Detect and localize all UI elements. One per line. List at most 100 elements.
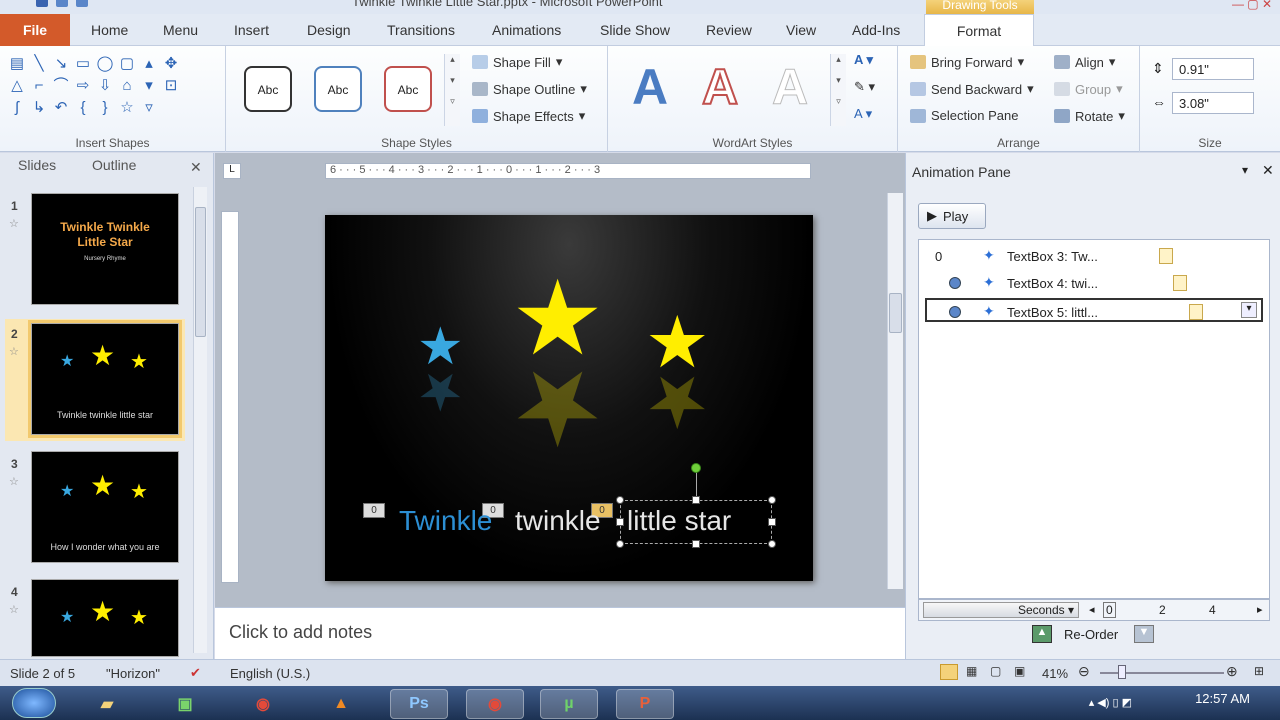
window-controls[interactable]: — ▢ ✕	[1232, 0, 1272, 11]
move-down-icon[interactable]: ▼	[1134, 625, 1154, 643]
line-icon[interactable]: ╲	[30, 54, 48, 72]
reading-view-icon[interactable]: ▢	[990, 664, 1001, 678]
tab-view[interactable]: View	[786, 22, 816, 38]
slide-thumbnail-3[interactable]: ★ ★ ★ How I wonder what you are	[31, 451, 179, 563]
oval-icon[interactable]: ◯	[96, 54, 114, 72]
vertical-ruler[interactable]	[221, 211, 239, 583]
left-brace-icon[interactable]: {	[74, 98, 92, 116]
tab-design[interactable]: Design	[307, 22, 351, 38]
taskbar-chrome-icon[interactable]: ◉	[466, 689, 524, 719]
textbox-twinkle-2[interactable]: twinkle	[515, 505, 601, 537]
tab-slides[interactable]: Slides	[18, 157, 56, 173]
taskbar-vlc-icon[interactable]: ▲	[312, 689, 370, 719]
notes-pane[interactable]: Click to add notes	[215, 607, 905, 659]
tab-outline[interactable]: Outline	[92, 157, 136, 173]
group-button[interactable]: Group ▾	[1054, 81, 1123, 97]
freeform-icon[interactable]: ʃ	[8, 98, 26, 116]
zoom-out-icon[interactable]: ⊖	[1078, 663, 1090, 680]
undo-icon[interactable]	[56, 0, 68, 7]
tray-icons[interactable]: ▴ ◀) ▯ ◩	[1089, 696, 1132, 709]
slide-show-icon[interactable]: ▣	[1014, 664, 1025, 678]
zoom-level[interactable]: 41%	[1042, 666, 1068, 681]
taskbar-chrome-icon[interactable]: ◉	[234, 689, 292, 719]
taskbar-powerpoint-icon[interactable]: P	[616, 689, 674, 719]
text-effects-icon[interactable]: A ▾	[854, 106, 872, 122]
timing-bar[interactable]	[1159, 248, 1173, 264]
taskbar-utorrent-icon[interactable]: µ	[540, 689, 598, 719]
wordart-outline-red[interactable]: A	[701, 61, 739, 113]
curve-icon[interactable]: ⌒	[52, 76, 70, 94]
tab-stop-selector[interactable]: L	[223, 163, 241, 179]
shape-style-blue[interactable]: Abc	[314, 66, 362, 112]
shape-style-red[interactable]: Abc	[384, 66, 432, 112]
redo-icon[interactable]	[76, 0, 88, 7]
tab-format[interactable]: Format	[924, 14, 1034, 47]
slide-thumbnail-4[interactable]: ★ ★ ★	[31, 579, 179, 657]
spelling-icon[interactable]: ✔	[190, 665, 201, 681]
start-button[interactable]	[12, 688, 56, 718]
rotation-handle[interactable]	[691, 463, 701, 473]
resize-handle[interactable]	[616, 540, 624, 548]
normal-view-icon[interactable]	[940, 664, 958, 680]
wordart-blue[interactable]: A	[632, 62, 668, 112]
send-backward-button[interactable]: Send Backward ▾	[910, 81, 1034, 97]
textbox-twinkle-1[interactable]: Twinkle	[399, 505, 492, 537]
zoom-slider-thumb[interactable]	[1118, 665, 1126, 679]
resize-handle[interactable]	[768, 540, 776, 548]
shape-height-field[interactable]: 0.91"	[1172, 58, 1254, 80]
style-gallery-scroll[interactable]: ▴ ▾ ▿	[444, 54, 460, 126]
right-arrow-icon[interactable]: ⇨	[74, 76, 92, 94]
star-shape-icon[interactable]: ☆	[118, 98, 136, 116]
play-button[interactable]: ▶ Play	[918, 203, 986, 229]
language-indicator[interactable]: English (U.S.)	[230, 666, 310, 681]
quick-access-toolbar[interactable]	[36, 0, 88, 7]
tab-transitions[interactable]: Transitions	[387, 22, 455, 38]
scroll-thumb[interactable]	[889, 293, 902, 333]
edit-shape-icon[interactable]: ✥	[162, 54, 180, 72]
slides-scrollbar[interactable]	[193, 187, 207, 653]
text-outline-icon[interactable]: ✎ ▾	[854, 79, 875, 95]
tab-insert[interactable]: Insert	[234, 22, 269, 38]
selection-pane-button[interactable]: Selection Pane	[910, 108, 1018, 123]
align-button[interactable]: Align ▾	[1054, 54, 1115, 70]
slide-canvas[interactable]: ★ ★ ★ ★ ★ ★ 0 0 0 Twinkle twinkle little…	[325, 215, 813, 581]
animation-item[interactable]: 0 ✦ TextBox 3: Tw...	[919, 244, 1269, 268]
tab-home[interactable]: Home	[91, 22, 128, 38]
animation-item-selected[interactable]: ✦ TextBox 5: littl... ▾	[925, 298, 1263, 322]
shape-width-field[interactable]: 3.08"	[1172, 92, 1254, 114]
taskbar-explorer-icon[interactable]: ▰	[78, 689, 136, 719]
resize-handle[interactable]	[616, 518, 624, 526]
tab-add-ins[interactable]: Add-Ins	[852, 22, 900, 38]
notes-placeholder[interactable]: Click to add notes	[229, 622, 372, 643]
text-box-icon[interactable]: ▤	[8, 54, 26, 72]
more-shapes-icon[interactable]: ▿	[140, 98, 158, 116]
resize-handle[interactable]	[692, 540, 700, 548]
shape-effects-button[interactable]: Shape Effects ▾	[472, 108, 585, 124]
resize-handle[interactable]	[692, 496, 700, 504]
theme-name[interactable]: "Horizon"	[106, 666, 160, 681]
rounded-shape-icon[interactable]: ⌂	[118, 76, 136, 94]
tab-animations[interactable]: Animations	[492, 22, 561, 38]
elbow-connector-icon[interactable]: ⌐	[30, 76, 48, 94]
scroll-up-icon[interactable]: ▴	[140, 54, 158, 72]
timing-bar[interactable]	[1173, 275, 1187, 291]
seconds-dropdown[interactable]: Seconds ▾	[923, 602, 1079, 618]
shapes-gallery[interactable]: ▤ ╲ ↘ ▭ ◯ ▢ ▴ ✥ △ ⌐ ⌒ ⇨ ⇩ ⌂ ▾ ⊡ ʃ ↳ ↶ { …	[8, 54, 182, 116]
wordart-gallery-scroll[interactable]: ▴ ▾ ▿	[830, 54, 846, 126]
bring-forward-button[interactable]: Bring Forward ▾	[910, 54, 1024, 70]
system-clock[interactable]: 12:57 AM	[1195, 691, 1250, 706]
pane-menu-icon[interactable]: ▾	[1242, 163, 1248, 177]
animation-order-tag[interactable]: 0	[363, 503, 385, 518]
curved-arrow-icon[interactable]: ↶	[52, 98, 70, 116]
tab-menu[interactable]: Menu	[163, 22, 198, 38]
resize-handle[interactable]	[768, 496, 776, 504]
timeline-right-icon[interactable]: ▸	[1257, 603, 1263, 616]
wordart-outline-gray[interactable]: A	[771, 62, 808, 113]
resize-handle[interactable]	[768, 518, 776, 526]
shape-fill-button[interactable]: Shape Fill ▾	[472, 54, 562, 70]
save-icon[interactable]	[36, 0, 48, 7]
taskbar-camtasia-icon[interactable]: ▣	[156, 689, 214, 719]
close-panel-icon[interactable]: ✕	[190, 159, 202, 176]
text-box-draw-icon[interactable]: ⊡	[162, 76, 180, 94]
slide-thumbnail-2[interactable]: ★ ★ ★ Twinkle twinkle little star	[28, 320, 182, 438]
